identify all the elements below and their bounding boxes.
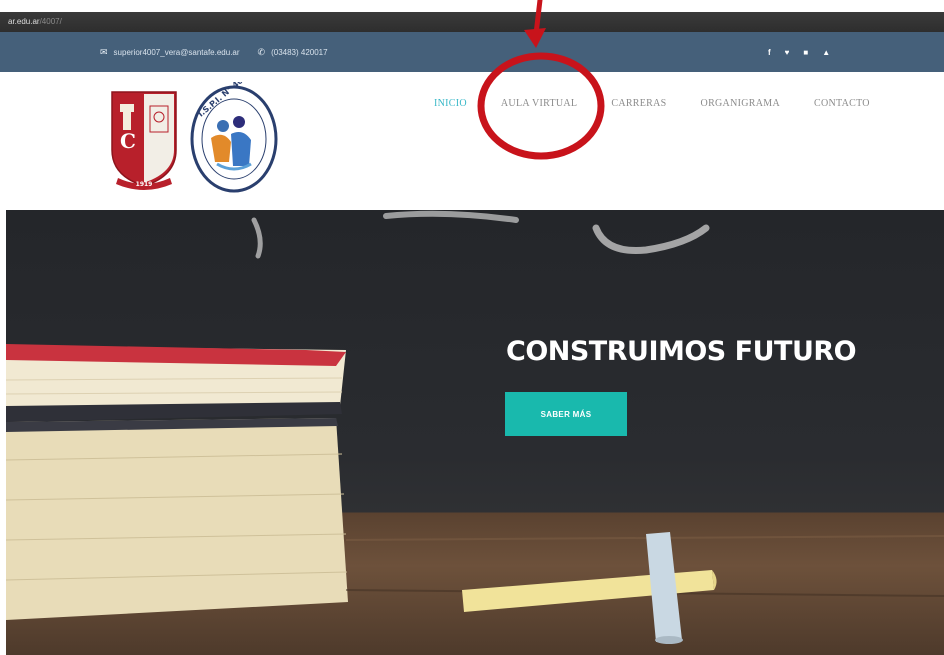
hero-background-illustration — [6, 210, 944, 644]
main-navigation: INICIO AULA VIRTUAL CARRERAS ORGANIGRAMA… — [434, 98, 870, 109]
nav-item-contacto[interactable]: CONTACTO — [814, 98, 870, 109]
instagram-icon[interactable]: ■ — [803, 48, 808, 57]
nav-item-organigrama[interactable]: ORGANIGRAMA — [701, 98, 780, 109]
phone-icon: ✆ — [257, 46, 266, 57]
top-contact-bar: ✉ superior4007_vera@santafe.edu.ar ✆ (03… — [0, 32, 944, 72]
saber-mas-button[interactable]: SABER MÁS — [505, 392, 627, 436]
contact-phone[interactable]: (03483) 420017 — [271, 48, 328, 57]
envelope-icon: ✉ — [100, 46, 108, 57]
school-shield-logo[interactable]: C 1919 — [108, 86, 180, 192]
twitter-icon[interactable]: ♥ — [785, 48, 790, 57]
social-links: f ♥ ■ ▲ — [768, 32, 830, 72]
url-domain: ar.edu.ar — [8, 17, 40, 26]
contact-email[interactable]: superior4007_vera@santafe.edu.ar — [114, 48, 240, 57]
svg-text:C: C — [120, 129, 136, 153]
hero-banner: CONSTRUIMOS FUTURO SABER MÁS — [6, 210, 944, 655]
contact-info: ✉ superior4007_vera@santafe.edu.ar ✆ (03… — [100, 32, 328, 72]
browser-address-bar[interactable]: ar.edu.ar/4007/ — [0, 12, 944, 32]
youtube-icon[interactable]: ▲ — [822, 48, 830, 57]
nav-item-aula-virtual[interactable]: AULA VIRTUAL — [501, 98, 577, 109]
url-path: /4007/ — [39, 17, 62, 26]
hero-title: CONSTRUIMOS FUTURO — [506, 336, 857, 367]
logo-year: 1919 — [136, 181, 153, 188]
screenshot: ar.edu.ar/4007/ ✉ superior4007_vera@sant… — [0, 0, 944, 655]
nav-item-carreras[interactable]: CARRERAS — [611, 98, 666, 109]
nav-item-inicio[interactable]: INICIO — [434, 98, 467, 109]
institute-emblem-logo[interactable]: I.S.P.I. N° 4007 — [187, 82, 281, 196]
site-header: C 1919 I.S.P.I. N° 4007 INICIO AULA VIRT… — [0, 72, 944, 210]
facebook-icon[interactable]: f — [768, 48, 771, 57]
